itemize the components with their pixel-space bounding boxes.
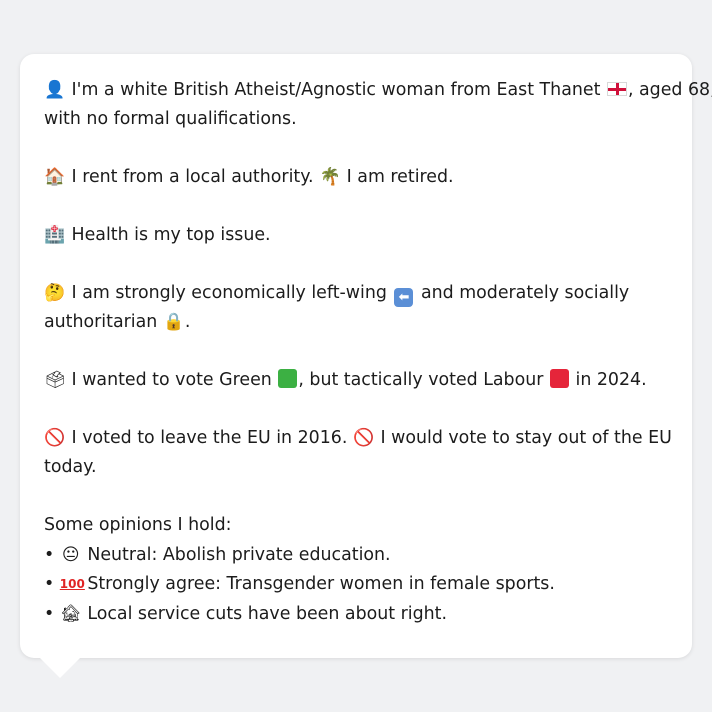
england-flag-icon (606, 82, 627, 96)
politics-period: . (184, 312, 191, 332)
eu-paragraph: 🚫 I voted to leave the EU in 2016. 🚫 I w… (44, 424, 672, 482)
intro-text: I'm a white British Atheist/Agnostic wom… (71, 80, 601, 100)
politics-paragraph: 🤔 I am strongly economically left-wing ⬅… (44, 279, 672, 337)
message-bubble: 👤 I'm a white British Atheist/Agnostic w… (20, 54, 712, 658)
issue-text: Health is my top issue. (71, 225, 271, 245)
vote-green-text: I wanted to vote Green (71, 370, 272, 390)
intro-paragraph: 👤 I'm a white British Atheist/Agnostic w… (44, 76, 712, 134)
prohibited-icon: 🚫 (44, 428, 66, 448)
intro-age-text: , aged 68, (627, 80, 712, 100)
vote-paragraph: 🗳 I wanted to vote Green , but tacticall… (44, 366, 672, 395)
neutral-face-icon: 😐 (61, 544, 80, 565)
intro-qualifications-text: with no formal qualifications. (44, 109, 297, 129)
bubble-tail (40, 658, 80, 678)
person-icon: 👤 (44, 80, 66, 100)
list-item: • 😐 Neutral: Abolish private education. (44, 541, 672, 571)
ballot-box-icon: 🗳 (44, 370, 66, 390)
opinion-text: Local service cuts have been about right… (87, 603, 448, 624)
housing-paragraph: 🏠 I rent from a local authority. 🌴 I am … (44, 163, 672, 192)
housing-text: I rent from a local authority. (71, 167, 314, 187)
social-text: and moderately socially (420, 283, 630, 303)
bullet: • (44, 603, 55, 624)
opinions-heading: Some opinions I hold: (44, 515, 232, 535)
opinion-text: Neutral: Abolish private education. (87, 544, 391, 565)
hospital-icon: 🏥 (44, 225, 66, 245)
hundred-points-icon: 100 (59, 577, 85, 591)
derelict-house-icon: 🏚 (60, 603, 82, 624)
authoritarian-text: authoritarian (44, 312, 158, 332)
bullet: • (44, 544, 55, 565)
eu-today-end: today. (44, 457, 97, 477)
house-icon: 🏠 (44, 167, 66, 187)
retired-text: I am retired. (346, 167, 454, 187)
list-item: • 100 Strongly agree: Transgender women … (44, 570, 672, 600)
eu-2016-text: I voted to leave the EU in 2016. (71, 428, 348, 448)
vote-year-text: in 2024. (575, 370, 647, 390)
prohibited-icon-2: 🚫 (353, 428, 375, 448)
red-square-icon (549, 369, 569, 388)
list-item: • 🏚 Local service cuts have been about r… (44, 600, 672, 630)
lock-icon: 🔒 (163, 312, 185, 332)
economic-text: I am strongly economically left-wing (71, 283, 387, 303)
opinion-text: Strongly agree: Transgender women in fem… (87, 574, 555, 594)
eu-today-text: I would vote to stay out of the EU (380, 428, 672, 448)
green-square-icon (278, 369, 298, 388)
thinking-face-icon: 🤔 (44, 283, 66, 303)
vote-labour-text: , but tactically voted Labour (298, 370, 544, 390)
bullet: • (44, 574, 55, 594)
left-arrow-icon: ⬅ (394, 288, 414, 307)
issue-paragraph: 🏥 Health is my top issue. (44, 221, 672, 250)
opinions-list: Some opinions I hold: • 😐 Neutral: Aboli… (44, 511, 672, 629)
palm-tree-icon: 🌴 (319, 167, 341, 187)
